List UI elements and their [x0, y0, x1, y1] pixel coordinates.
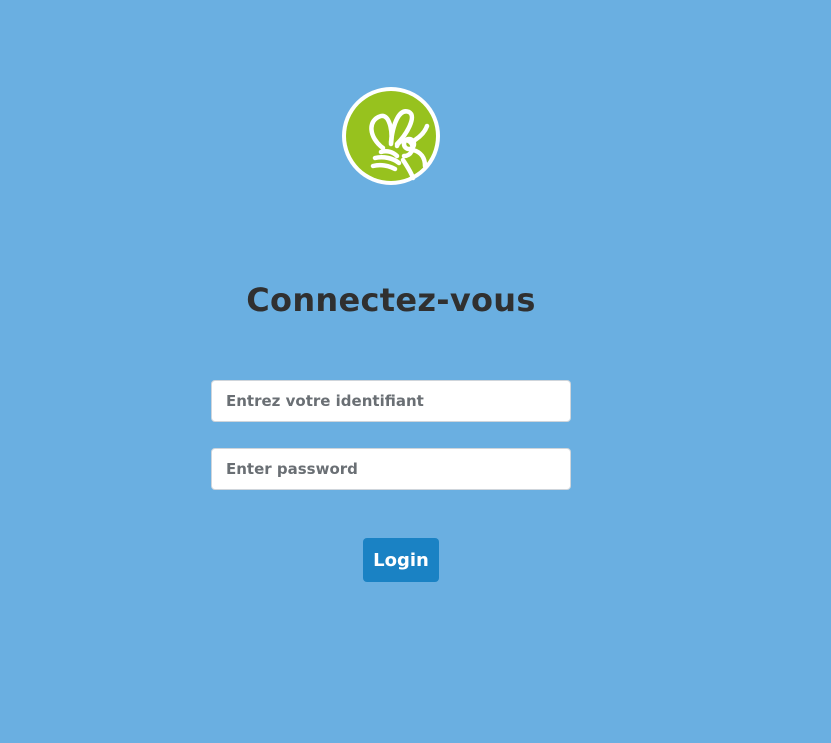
login-button[interactable]: Login [363, 538, 439, 582]
bee-icon [342, 87, 440, 185]
logo [341, 86, 441, 186]
username-input[interactable] [211, 380, 571, 422]
password-input[interactable] [211, 448, 571, 490]
page-title: Connectez-vous [246, 281, 536, 319]
